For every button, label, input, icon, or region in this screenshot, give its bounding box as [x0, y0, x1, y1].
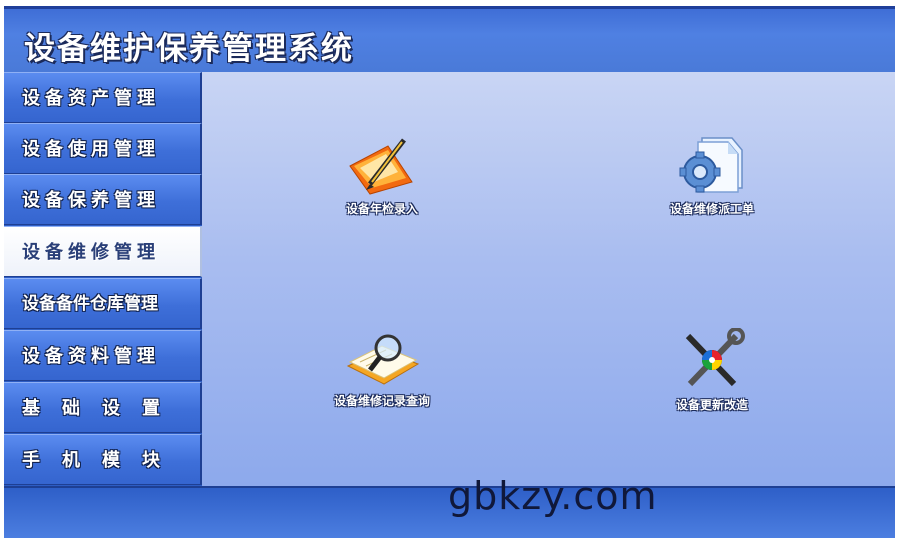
sidebar-item-repair-management[interactable]: 设备维修管理 — [4, 226, 202, 277]
sidebar: 设备资产管理 设备使用管理 设备保养管理 设备维修管理 设备备件仓库管理 设备资… — [4, 72, 202, 486]
watermark-text: gbkzy.com — [448, 474, 658, 518]
tile-label: 设备年检录入 — [345, 202, 418, 216]
sidebar-item-spare-parts-warehouse[interactable]: 设备备件仓库管理 — [4, 278, 202, 329]
tile-label: 设备维修记录查询 — [333, 394, 430, 408]
sidebar-item-asset-management[interactable]: 设备资产管理 — [4, 72, 202, 123]
sidebar-item-basic-settings[interactable]: 基础设置 — [4, 382, 202, 433]
app-window: 设备维护保养管理系统 设备资产管理 设备使用管理 设备保养管理 设备维修管理 设… — [0, 0, 900, 539]
main-panel: 设备年检录入 设备维修派工单 设备维修记录查询 设备更新改造 — [202, 72, 895, 486]
pencil-paper-icon — [349, 138, 413, 195]
tile-repair-dispatch-order[interactable]: 设备维修派工单 — [642, 132, 782, 217]
sidebar-item-usage-management[interactable]: 设备使用管理 — [4, 123, 202, 174]
tile-repair-record-query[interactable]: 设备维修记录查询 — [312, 332, 452, 409]
tile-label: 设备更新改造 — [675, 398, 748, 412]
tile-label: 设备维修派工单 — [669, 202, 754, 216]
gear-document-icon — [679, 137, 743, 193]
tools-icon — [685, 328, 745, 387]
tile-equipment-renewal[interactable]: 设备更新改造 — [652, 328, 772, 413]
sidebar-item-mobile-module[interactable]: 手机模块 — [4, 434, 202, 485]
magnifier-document-icon — [346, 334, 420, 385]
tile-annual-inspection-entry[interactable]: 设备年检录入 — [322, 132, 442, 217]
sidebar-item-documents-management[interactable]: 设备资料管理 — [4, 330, 202, 381]
app-title: 设备维护保养管理系统 — [24, 31, 354, 67]
sidebar-item-maintenance-management[interactable]: 设备保养管理 — [4, 174, 202, 225]
header-bar: 设备维护保养管理系统 — [4, 6, 895, 72]
